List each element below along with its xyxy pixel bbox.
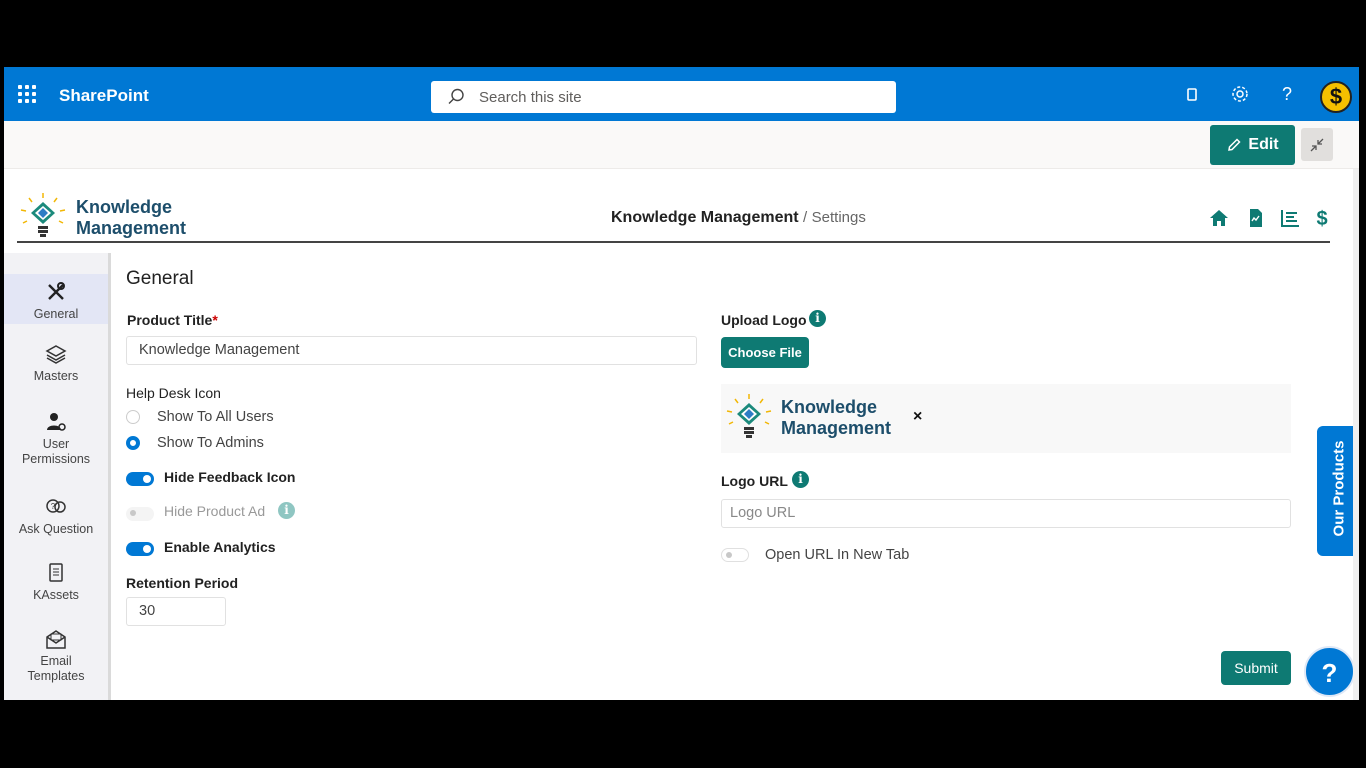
hide-feedback-label: Hide Feedback Icon [164,469,296,485]
enable-analytics-toggle[interactable] [126,542,154,556]
knowledge-bulb-logo-icon [20,193,66,237]
collapse-button[interactable] [1301,128,1333,161]
our-products-label: Our Products [1330,440,1348,537]
hide-product-ad-label: Hide Product Ad [164,503,266,519]
search-box[interactable]: Search this site [431,81,896,113]
radio-show-admins[interactable] [126,436,140,450]
sidebar-item-label: Masters [33,369,79,383]
breadcrumb-separator: / [803,209,808,226]
collapse-icon [1310,138,1324,151]
gear-icon[interactable] [1229,83,1251,105]
logo-line1: Knowledge [76,197,173,217]
sharepoint-page: SharePoint Search this site ? $ Edit Kno… [4,67,1359,700]
open-new-tab-toggle[interactable] [721,548,749,562]
email-icon [46,630,66,649]
help-fab-icon[interactable]: ? [1304,646,1355,697]
upload-logo-label: Upload Logo [721,312,807,328]
sidebar-item-kassets[interactable]: KAssets [4,562,108,603]
enable-analytics-label: Enable Analytics [164,539,276,555]
avatar[interactable]: $ [1320,81,1352,113]
logo-preview: Knowledge Management × [721,384,1291,453]
hide-feedback-toggle[interactable] [126,472,154,486]
home-icon[interactable] [1208,207,1230,229]
retention-period-label: Retention Period [126,575,239,591]
app-launcher-icon[interactable] [18,85,36,103]
preview-logo-text: Knowledge Management [781,397,891,439]
breadcrumb-current: Settings [811,209,866,226]
section-title: General [126,268,194,289]
radio-show-admins-label: Show To Admins [157,435,264,451]
sidebar-item-ask-question[interactable]: ? Ask Question [4,496,108,537]
pencil-icon [1228,138,1241,151]
suite-bar: SharePoint Search this site ? $ [4,67,1359,121]
help-desk-icon-label: Help Desk Icon [126,385,221,401]
info-icon[interactable]: i [809,310,826,327]
user-lock-icon [47,413,66,431]
mobile-icon[interactable] [1181,83,1203,105]
radio-show-all-users-label: Show To All Users [157,409,274,425]
retention-period-input[interactable]: 30 [126,597,226,626]
app-name[interactable]: SharePoint [59,86,149,106]
logo-url-input[interactable]: Logo URL [721,499,1291,528]
sidebar-item-email-templates[interactable]: Email Templates [4,628,108,684]
info-icon[interactable]: i [792,471,809,488]
logo-url-label: Logo URL [721,473,788,489]
scrollbar[interactable] [1353,169,1359,700]
svg-text:$: $ [1316,208,1327,229]
sidebar-item-general[interactable]: General [4,274,108,324]
hide-product-ad-toggle[interactable] [126,507,154,521]
dollar-icon[interactable]: $ [1311,207,1333,229]
submit-button[interactable]: Submit [1221,651,1291,685]
help-icon[interactable]: ? [1276,83,1298,105]
knowledge-bulb-logo-icon [726,394,772,438]
remove-logo-icon[interactable]: × [913,408,922,426]
search-icon [448,88,464,104]
search-placeholder: Search this site [479,89,582,106]
choose-file-button[interactable]: Choose File [721,337,809,368]
info-icon[interactable]: i [278,502,295,519]
sidebar-item-label: Ask Question [18,522,94,536]
report-icon[interactable] [1245,207,1267,229]
command-bar: Edit [4,121,1359,169]
radio-show-all-users[interactable] [126,410,140,424]
logo-line2: Management [76,218,187,238]
product-title-input[interactable]: Knowledge Management [126,336,697,365]
sidebar-item-masters[interactable]: Masters [4,343,108,384]
preview-line2: Management [781,418,892,438]
preview-line1: Knowledge [781,397,878,417]
edit-button[interactable]: Edit [1210,125,1295,165]
breadcrumb: Knowledge Management / Settings [611,209,866,227]
sidebar-item-label: Email Templates [27,654,85,683]
sidebar-item-label: General [33,307,79,321]
layers-icon [45,345,67,364]
logo-text: Knowledge Management [76,197,186,239]
document-icon [49,563,63,582]
sidebar-item-user-permissions[interactable]: User Permissions [4,411,108,467]
app-header: Knowledge Management Knowledge Managemen… [17,185,1330,243]
edit-label: Edit [1248,136,1279,153]
tools-icon [48,282,65,300]
settings-sidebar: General Masters User Permissions ? Ask Q… [4,253,111,700]
chart-list-icon[interactable] [1279,207,1301,229]
svg-text:?: ? [51,502,56,511]
breadcrumb-app[interactable]: Knowledge Management [611,209,799,226]
sidebar-item-label: User Permissions [21,437,91,466]
open-new-tab-label: Open URL In New Tab [765,547,910,563]
sidebar-item-label: KAssets [33,588,79,602]
question-chat-icon: ? [46,499,66,513]
product-title-label: Product Title [127,312,218,328]
